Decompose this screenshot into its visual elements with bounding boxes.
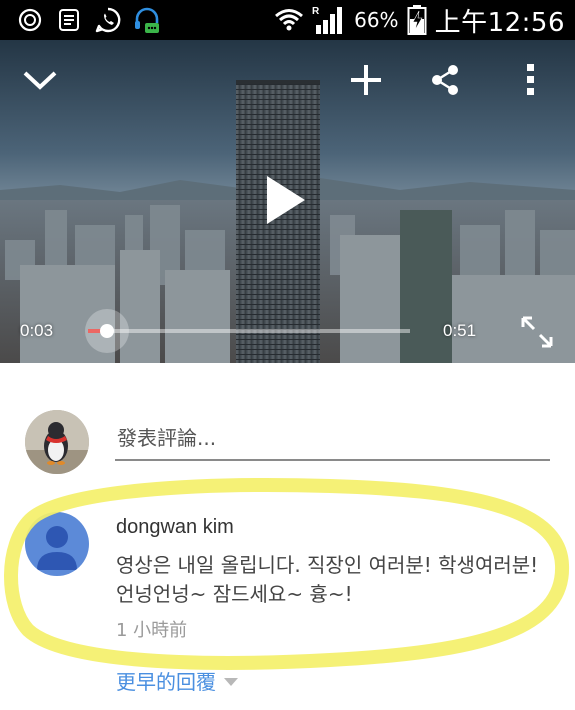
more-vertical-icon xyxy=(527,64,534,95)
plus-icon xyxy=(351,65,381,95)
battery-charging-icon xyxy=(407,5,427,35)
chevron-down-icon xyxy=(224,677,238,686)
commenter-avatar[interactable] xyxy=(25,512,89,576)
fullscreen-icon xyxy=(521,316,553,348)
headset-icon xyxy=(135,7,159,33)
clock: 上午12:56 xyxy=(434,7,565,38)
current-time: 0:03 xyxy=(20,321,54,340)
earlier-replies-link[interactable]: 更早的回覆 xyxy=(116,666,238,695)
play-icon xyxy=(267,176,305,224)
power-icon xyxy=(18,8,42,32)
share-icon xyxy=(432,65,458,95)
comment-timestamp: 1 小時前 xyxy=(116,620,188,641)
more-options-button[interactable] xyxy=(510,60,550,100)
video-player[interactable]: 0:03 0:51 xyxy=(0,40,575,363)
duration: 0:51 xyxy=(443,321,477,340)
my-avatar xyxy=(25,410,89,474)
notes-icon xyxy=(59,9,79,31)
collapse-button[interactable] xyxy=(20,60,60,100)
penguin-avatar-image xyxy=(25,410,89,474)
comment-author[interactable]: dongwan kim xyxy=(116,516,234,539)
earlier-replies-label: 更早的回覆 xyxy=(116,670,216,694)
whatsapp-icon xyxy=(95,7,121,33)
battery-percent: 66% xyxy=(354,8,399,32)
chevron-down-icon xyxy=(23,71,57,90)
status-bar: R 66% 上午12:56 xyxy=(0,0,575,40)
svg-text:R: R xyxy=(312,6,320,17)
share-button[interactable] xyxy=(425,60,465,100)
play-button[interactable] xyxy=(255,170,315,230)
person-icon xyxy=(37,526,77,570)
comment-input[interactable] xyxy=(115,417,550,461)
wifi-icon xyxy=(275,9,304,31)
status-indicators: R 66% 上午12:56 xyxy=(274,4,565,38)
add-to-playlist-button[interactable] xyxy=(346,60,386,100)
progress-bar[interactable] xyxy=(88,329,410,333)
scrubber-handle[interactable] xyxy=(99,324,114,338)
comment-text: 영상은 내일 올립니다. 직장인 여러분! 학생여러분! 언넝언넝~ 잠드세요~… xyxy=(116,553,539,606)
fullscreen-button[interactable] xyxy=(515,310,559,354)
signal-icon: R xyxy=(312,6,343,34)
